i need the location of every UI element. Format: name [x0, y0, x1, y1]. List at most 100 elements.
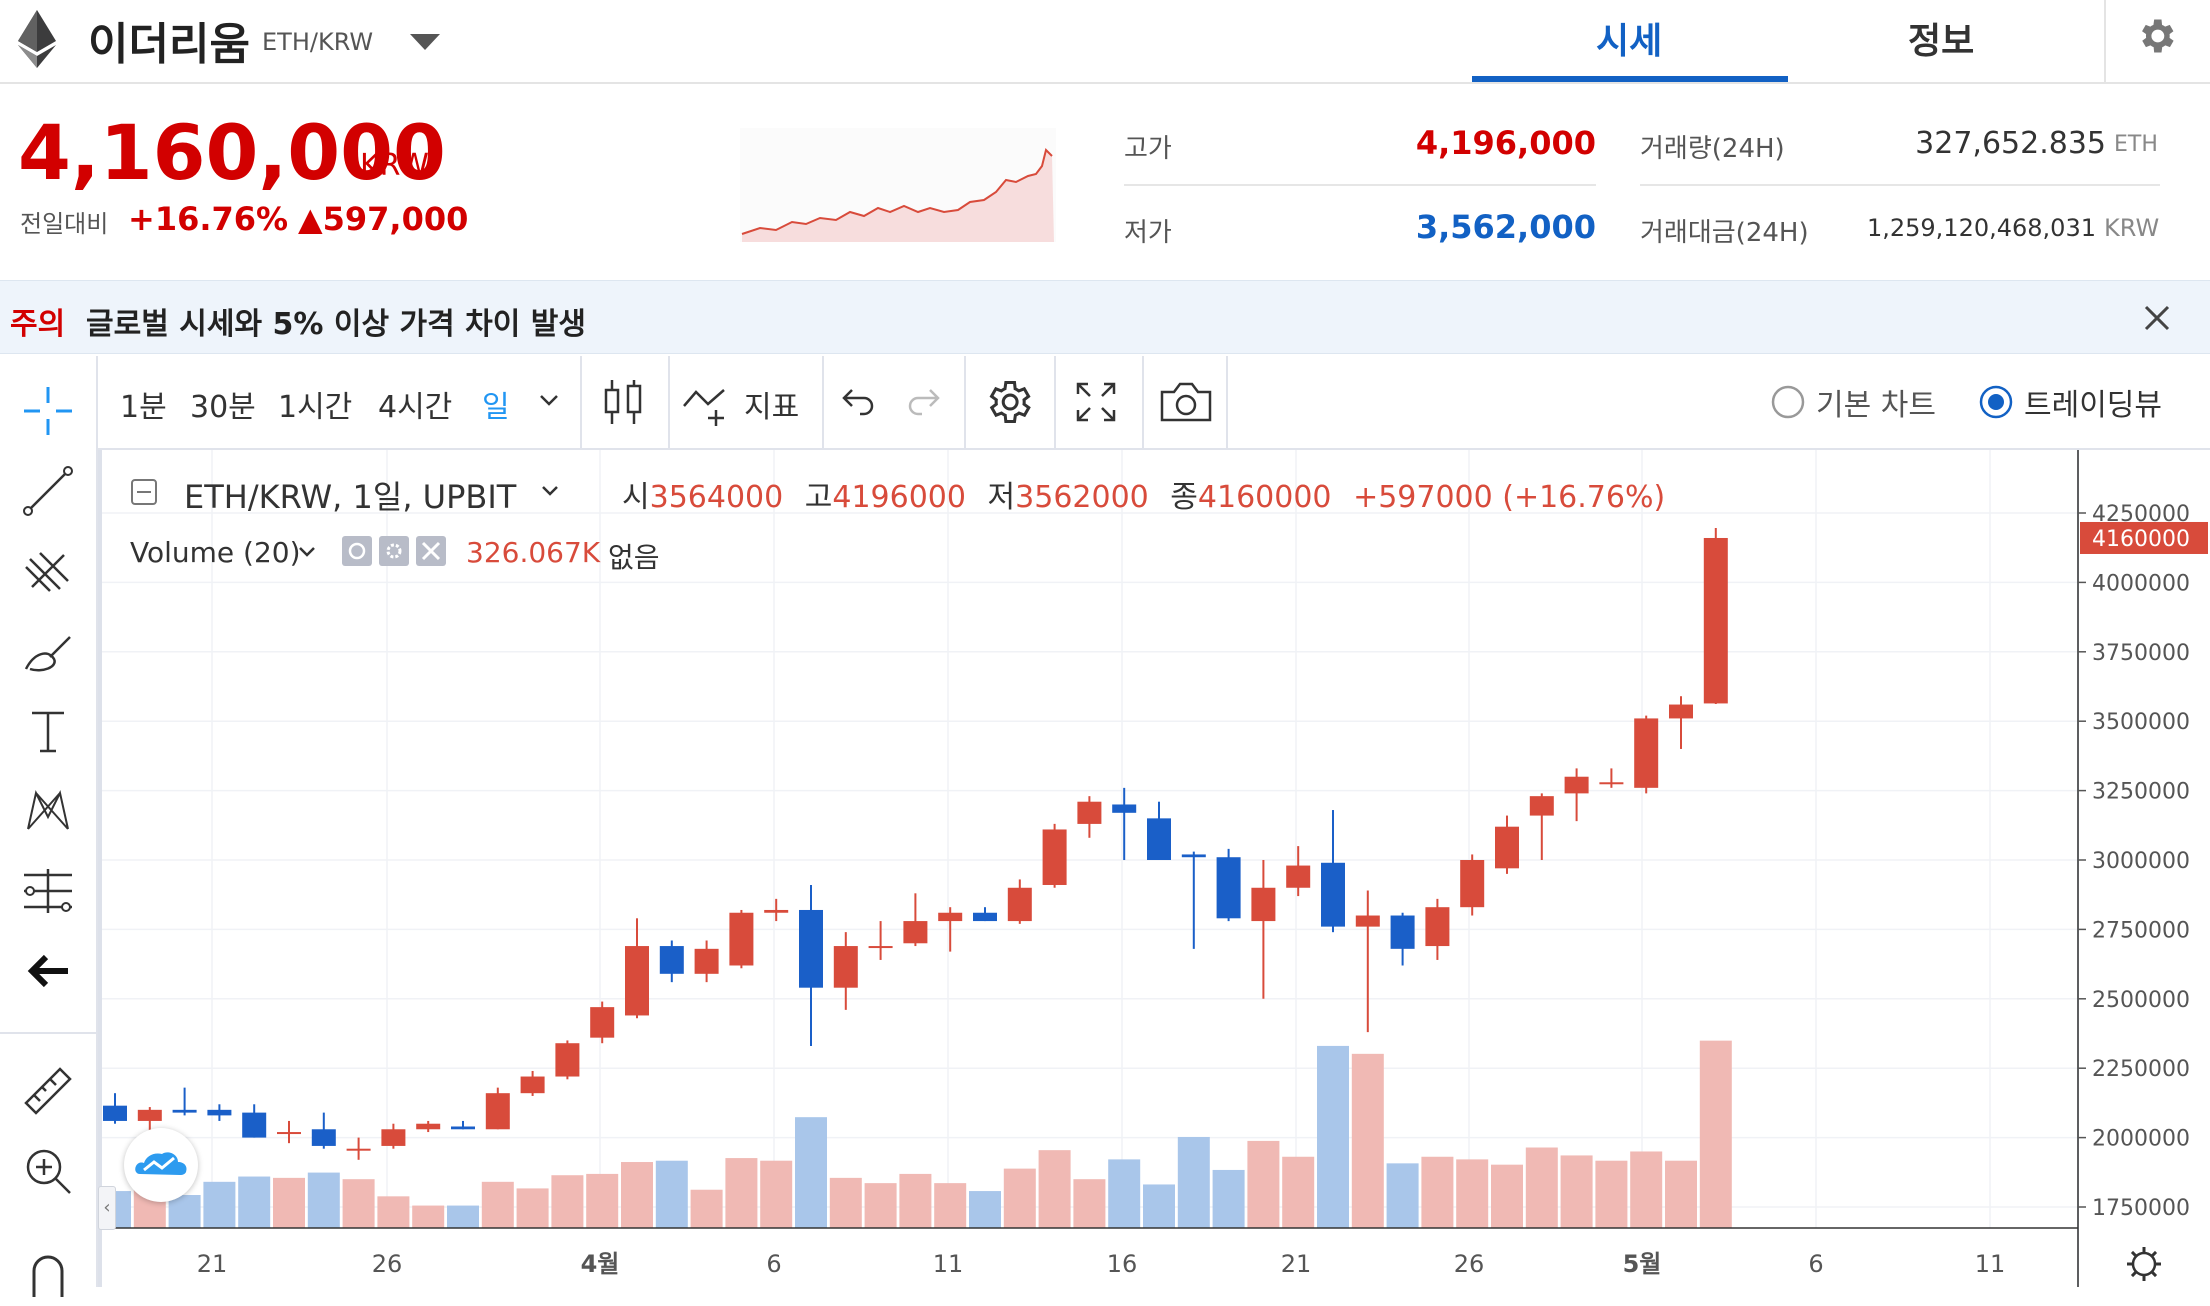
legend-high-label: 고: [804, 480, 833, 515]
legend-ohlc: 시3564000 고4196000 저3562000 종4160000 +597…: [622, 472, 1665, 516]
trend-line-icon[interactable]: [0, 456, 96, 526]
fib-tool-icon[interactable]: [0, 536, 96, 606]
tab-info[interactable]: 정보: [1908, 12, 1974, 64]
price-tick-label: 2000000: [2092, 1127, 2190, 1152]
candle-body: [1077, 801, 1102, 824]
legend-low-label: 저: [987, 480, 1016, 515]
timeframe-4h[interactable]: 4시간: [378, 382, 452, 426]
timeframe-1h[interactable]: 1시간: [278, 382, 352, 426]
high-value: 4,196,000: [1415, 124, 1596, 162]
candle-body: [485, 1093, 510, 1130]
candle-body: [1007, 887, 1032, 922]
drawing-toolbar: [0, 356, 98, 1297]
zoom-in-icon[interactable]: [0, 1136, 96, 1206]
volume-bar: [1282, 1156, 1315, 1228]
notice-tag: 주의: [10, 307, 66, 342]
legend-close: 4160000: [1197, 480, 1332, 515]
pattern-icon[interactable]: [0, 776, 96, 846]
candle-body: [903, 921, 928, 944]
ruler-icon[interactable]: [0, 1056, 96, 1126]
volume-bar: [1525, 1147, 1558, 1228]
volume-bar: [1665, 1160, 1697, 1228]
tab-quote[interactable]: 시세: [1596, 12, 1662, 64]
candle-body: [1251, 887, 1276, 922]
volume-bar: [447, 1205, 479, 1228]
volume-bar: [1456, 1159, 1489, 1228]
candle-body: [1321, 862, 1345, 927]
price-tick-label: 1750000: [2092, 1196, 2190, 1221]
collapse-icon[interactable]: [130, 478, 158, 506]
candle-body: [103, 1105, 127, 1121]
tradingview-logo[interactable]: [124, 1128, 198, 1202]
candle-type-icon[interactable]: [598, 374, 648, 430]
coin-pair: ETH/KRW: [262, 28, 374, 56]
indicator-button[interactable]: 지표: [744, 382, 799, 426]
volume-legend-controls[interactable]: [342, 534, 446, 568]
chevron-down-icon[interactable]: [298, 546, 316, 558]
candle-body: [1564, 776, 1589, 794]
price-unit: KRW: [360, 148, 429, 183]
text-tool-icon[interactable]: [0, 696, 96, 766]
candle-body: [764, 909, 789, 913]
time-tick-label: 16: [1107, 1250, 1138, 1278]
back-arrow-icon[interactable]: [0, 936, 96, 1006]
divider: [1226, 356, 1228, 448]
volume-bar: [829, 1177, 862, 1228]
redo-icon[interactable]: [904, 382, 944, 422]
chevron-down-icon[interactable]: [540, 484, 560, 498]
time-tick-label: 21: [197, 1250, 228, 1278]
undo-icon[interactable]: [838, 382, 878, 422]
divider: [0, 1032, 96, 1034]
camera-icon[interactable]: [1158, 378, 1214, 426]
legend-symbol[interactable]: ETH/KRW, 1일, UPBIT: [184, 472, 516, 518]
candle-body: [729, 912, 754, 966]
timeframe-1m[interactable]: 1분: [120, 382, 167, 426]
fullscreen-icon[interactable]: [1072, 378, 1120, 426]
chart-settings-icon[interactable]: [982, 376, 1034, 428]
candle-body: [381, 1129, 406, 1146]
price-tick-label: 4000000: [2092, 571, 2190, 596]
volume-bar: [342, 1179, 375, 1228]
measure-levels-icon[interactable]: [0, 856, 96, 926]
amount-value: 1,259,120,468,031: [1866, 214, 2096, 242]
radio-tradingview[interactable]: [1978, 384, 2014, 420]
radio-tradingview-label[interactable]: 트레이딩뷰: [2024, 380, 2162, 424]
magnet-icon[interactable]: [0, 1236, 96, 1306]
header-bar: 이더리움 ETH/KRW 시세 정보: [0, 0, 2210, 84]
gear-icon[interactable]: [2134, 14, 2178, 58]
volume-bar: [655, 1160, 688, 1228]
candle-body: [1529, 796, 1554, 816]
close-icon[interactable]: [2142, 303, 2172, 333]
divider: [1124, 184, 1596, 186]
timeframe-1d[interactable]: 일: [482, 382, 510, 426]
crosshair-icon[interactable]: [0, 376, 96, 446]
collapse-panel-handle[interactable]: ‹: [98, 1186, 116, 1230]
divider: [964, 356, 966, 448]
candle-body: [1112, 804, 1137, 813]
candle-body: [833, 946, 858, 988]
volume-bar: [690, 1189, 723, 1228]
caret-down-icon[interactable]: [408, 32, 442, 52]
time-tick-label: 26: [372, 1250, 403, 1278]
radio-basic-chart[interactable]: [1770, 384, 1806, 420]
brush-icon[interactable]: [0, 616, 96, 686]
volume-bar: [1630, 1151, 1663, 1228]
volume-legend-label[interactable]: Volume (20): [130, 536, 301, 569]
volume-bar: [1247, 1140, 1280, 1228]
chart-area[interactable]: 1750000 2000000 2250000 2500000 2750000 30000…: [98, 450, 2210, 1287]
candlestick-chart[interactable]: 1750000 2000000 2250000 2500000 2750000 30000…: [102, 450, 2210, 1287]
candle-body: [1042, 829, 1067, 885]
radio-basic-label[interactable]: 기본 차트: [1816, 380, 1936, 424]
candle-body: [346, 1148, 371, 1151]
time-tick-label: 11: [933, 1250, 964, 1278]
candle-body: [938, 912, 963, 922]
volume-bar: [307, 1172, 340, 1228]
chevron-down-icon[interactable]: [538, 392, 560, 408]
indicator-icon[interactable]: [680, 376, 736, 428]
volume-bar: [1317, 1045, 1349, 1228]
volume-bar: [238, 1176, 271, 1228]
notice-banner: 주의 글로벌 시세와 5% 이상 가격 차이 발생: [0, 280, 2210, 354]
divider: [1640, 184, 2160, 186]
coin-name: 이더리움: [88, 19, 250, 70]
timeframe-30m[interactable]: 30분: [190, 382, 256, 426]
